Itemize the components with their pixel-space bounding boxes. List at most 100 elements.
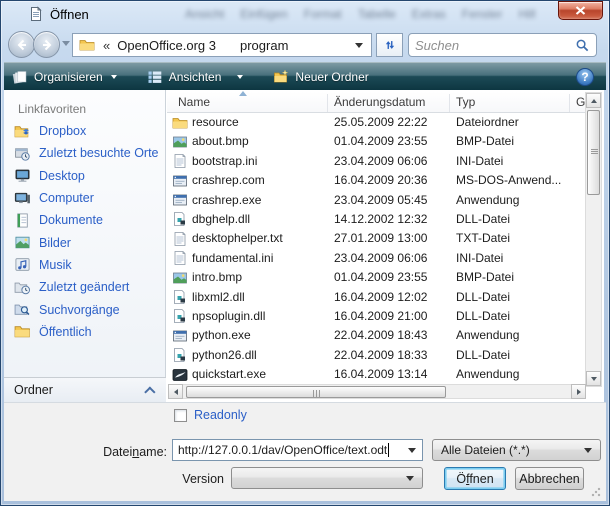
back-button[interactable]	[8, 31, 35, 58]
version-dropdown-button[interactable]	[402, 468, 418, 488]
views-button[interactable]: Ansichten	[139, 65, 252, 89]
column-header-name[interactable]: Name	[178, 95, 210, 109]
cancel-button[interactable]: Abbrechen	[515, 467, 584, 490]
breadcrumb-overflow-chevron[interactable]: «	[103, 38, 110, 53]
close-button[interactable]	[558, 1, 603, 20]
file-row[interactable]: python26.dll22.04.2009 18:33DLL-Datei	[167, 346, 585, 365]
file-name-cell: crashrep.exe	[192, 193, 261, 207]
desktop-icon	[14, 167, 31, 184]
documents-icon	[14, 212, 31, 229]
image-file-icon	[172, 270, 188, 286]
recent-changed-icon	[14, 279, 31, 296]
file-row[interactable]: bootstrap.ini23.04.2009 06:06INI-Datei	[167, 152, 585, 171]
scroll-right-button[interactable]	[571, 384, 586, 399]
forward-arrow-icon	[41, 39, 53, 51]
scroll-left-button[interactable]	[168, 384, 183, 399]
resize-grip[interactable]	[591, 487, 601, 497]
file-row[interactable]: quickstart.exe16.04.2009 13:14Anwendung	[167, 365, 585, 384]
file-row[interactable]: crashrep.exe23.04.2009 05:45Anwendung	[167, 191, 585, 210]
vertical-scrollbar[interactable]	[585, 92, 602, 387]
file-row[interactable]: resource25.05.2009 22:22Dateiordner	[167, 113, 585, 132]
file-row[interactable]: npsoplugin.dll16.04.2009 21:00DLL-Datei	[167, 307, 585, 326]
address-dropdown-icon[interactable]	[355, 43, 363, 48]
sidebar-item-desktop[interactable]: Desktop	[4, 165, 165, 187]
horizontal-scroll-thumb[interactable]	[186, 386, 446, 398]
filetype-dropdown-button[interactable]	[580, 440, 596, 460]
background-menu-item: Hilfe	[518, 7, 535, 23]
breadcrumb[interactable]: « OpenOffice.org 3 program	[72, 33, 372, 57]
text-file-icon	[172, 250, 188, 266]
dll-file-icon	[172, 347, 188, 363]
sidebar-item-searches[interactable]: Suchvorgänge	[4, 298, 165, 320]
search-input[interactable]: Suchen	[408, 33, 597, 57]
file-name-cell: resource	[192, 115, 239, 129]
file-row[interactable]: crashrep.com16.04.2009 20:36MS-DOS-Anwen…	[167, 171, 585, 190]
column-header-date[interactable]: Änderungsdatum	[334, 95, 425, 109]
folders-expander[interactable]: Ordner	[4, 377, 166, 402]
version-select[interactable]	[231, 467, 423, 489]
organize-button[interactable]: Organisieren	[4, 65, 125, 89]
filename-label: Dateiname:	[64, 445, 167, 459]
breadcrumb-segment-openoffice[interactable]: OpenOffice.org 3	[117, 38, 216, 53]
sidebar-item-recent-places[interactable]: Zuletzt besuchte Orte	[4, 142, 165, 164]
file-type-cell: MS-DOS-Anwend...	[456, 173, 574, 187]
file-row[interactable]: dbghelp.dll14.12.2002 12:32DLL-Datei	[167, 210, 585, 229]
breadcrumb-segment-program[interactable]: program	[240, 38, 288, 53]
file-date-cell: 16.04.2009 12:02	[334, 290, 427, 304]
file-row[interactable]: desktophelper.txt27.01.2009 13:00TXT-Dat…	[167, 229, 585, 248]
file-type-cell: Anwendung	[456, 328, 574, 342]
horizontal-scrollbar[interactable]	[168, 384, 586, 399]
list-header: Name Änderungsdatum Typ G	[167, 92, 585, 113]
file-row[interactable]: libxml2.dll16.04.2009 12:02DLL-Datei	[167, 288, 585, 307]
file-row[interactable]: intro.bmp01.04.2009 23:55BMP-Datei	[167, 268, 585, 287]
sidebar-item-computer[interactable]: Computer	[4, 187, 165, 209]
file-date-cell: 01.04.2009 23:55	[334, 270, 427, 284]
column-header-size[interactable]: G	[576, 95, 585, 109]
vertical-scroll-thumb[interactable]	[587, 110, 600, 195]
sort-ascending-icon	[239, 91, 247, 96]
file-row[interactable]: fundamental.ini23.04.2009 06:06INI-Datei	[167, 249, 585, 268]
dropbox-folder-icon	[14, 123, 31, 140]
open-button[interactable]: Öffnen	[444, 467, 506, 490]
sidebar-item-recent-changed[interactable]: Zuletzt geändert	[4, 276, 165, 298]
sidebar-item-label: Bilder	[39, 236, 71, 250]
searches-icon	[14, 301, 31, 318]
folders-label: Ordner	[14, 383, 53, 397]
filename-dropdown-button[interactable]	[404, 440, 420, 460]
readonly-checkbox[interactable]	[174, 409, 187, 422]
filename-input[interactable]: http://127.0.0.1/dav/OpenOffice/text.odt	[172, 439, 423, 461]
file-row[interactable]: about.bmp01.04.2009 23:55BMP-Datei	[167, 132, 585, 151]
sidebar-item-dropbox[interactable]: Dropbox	[4, 120, 165, 142]
file-name-cell: python.exe	[192, 328, 251, 342]
sidebar-item-documents[interactable]: Dokumente	[4, 209, 165, 231]
file-name-cell: npsoplugin.dll	[192, 309, 265, 323]
refresh-button[interactable]	[376, 33, 403, 57]
help-button[interactable]: ?	[576, 68, 594, 86]
open-file-dialog: AnsichtEinfügenFormatTabelleExtrasFenste…	[0, 0, 610, 506]
refresh-icon	[383, 38, 397, 52]
filename-value: http://127.0.0.1/dav/OpenOffice/text.odt	[178, 443, 387, 457]
file-type-cell: DLL-Datei	[456, 348, 574, 362]
sidebar-item-music[interactable]: Musik	[4, 254, 165, 276]
readonly-label[interactable]: Readonly	[194, 408, 247, 422]
history-dropdown-chevron[interactable]	[62, 41, 70, 46]
titlebar[interactable]: AnsichtEinfügenFormatTabelleExtrasFenste…	[0, 0, 610, 28]
sidebar-item-public[interactable]: Öffentlich	[4, 321, 165, 343]
file-type-cell: INI-Datei	[456, 154, 574, 168]
scroll-up-button[interactable]	[586, 93, 601, 108]
text-file-icon	[172, 153, 188, 169]
application-icon	[172, 192, 188, 208]
file-row[interactable]: python.exe22.04.2009 18:43Anwendung	[167, 326, 585, 345]
scroll-down-button[interactable]	[586, 371, 601, 386]
forward-button[interactable]	[33, 31, 60, 58]
filetype-select[interactable]: Alle Dateien (*.*)	[432, 439, 601, 461]
main-area: Linkfavoriten DropboxZuletzt besuchte Or…	[4, 90, 604, 402]
new-folder-button[interactable]: Neuer Ordner	[265, 65, 376, 89]
views-dropdown-icon	[237, 75, 243, 79]
sidebar-item-pictures[interactable]: Bilder	[4, 231, 165, 253]
folder-icon	[172, 115, 188, 131]
computer-icon	[14, 190, 31, 207]
column-header-type[interactable]: Typ	[456, 95, 475, 109]
sidebar-item-label: Zuletzt besuchte Orte	[39, 146, 159, 160]
search-icon	[575, 38, 590, 53]
